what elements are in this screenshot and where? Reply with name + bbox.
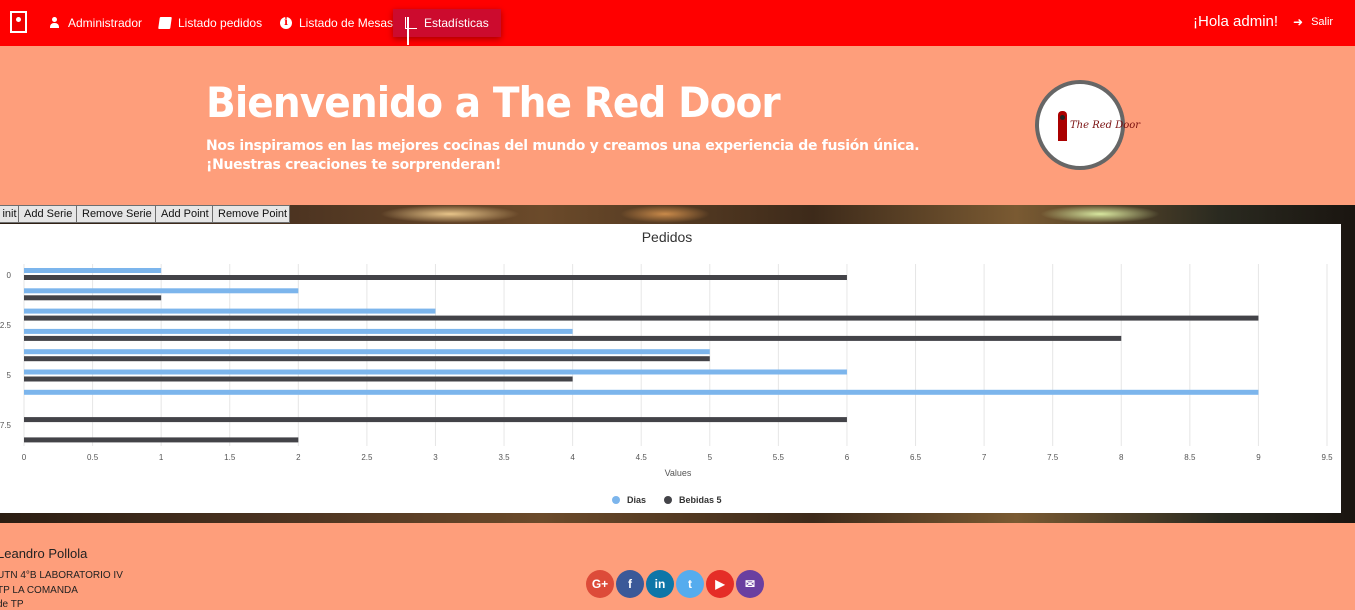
legend-label: Dias — [627, 495, 646, 505]
hero-title: Bienvenido a The Red Door — [206, 78, 781, 127]
footer-line: UTN 4°B LABORATORIO IV — [0, 570, 123, 581]
bar-bebidas — [24, 376, 573, 382]
youtube-icon[interactable]: ▶ — [706, 570, 734, 598]
bar-bebidas — [24, 356, 710, 362]
x-tick-label: 0 — [22, 453, 27, 462]
chart-title: Pedidos — [642, 229, 693, 245]
x-tick-label: 4 — [570, 453, 575, 462]
bar-bebidas — [24, 295, 162, 301]
x-tick-label: 6 — [845, 453, 850, 462]
greeting-text: ¡Hola admin! — [1193, 13, 1279, 30]
google-plus-icon[interactable]: G+ — [586, 570, 614, 598]
init-button[interactable]: init — [0, 205, 19, 223]
x-tick-label: 7 — [982, 453, 987, 462]
mail-icon[interactable]: ✉ — [736, 570, 764, 598]
nav-item-label: Listado pedidos — [178, 16, 263, 30]
logo-text: The Red Door — [1070, 120, 1141, 131]
y-tick-label: 5 — [7, 371, 12, 380]
bar-dias — [24, 369, 847, 375]
bar-dias — [24, 288, 299, 294]
nav-item-listado-pedidos[interactable]: Listado pedidos — [158, 9, 263, 37]
nav-item-label: Listado de Mesas — [299, 16, 394, 30]
x-tick-label: 5.5 — [773, 453, 785, 462]
red-door-icon — [1058, 111, 1067, 141]
nav-item-administrador[interactable]: Administrador — [49, 9, 142, 37]
bar-chart-icon — [405, 17, 417, 45]
hero-subtitle: Nos inspiramos en las mejores cocinas de… — [206, 138, 920, 173]
x-tick-label: 0.5 — [87, 453, 99, 462]
footer-author: Leandro Pollola — [0, 546, 88, 561]
nav-item-listado-mesas[interactable]: i Listado de Mesas — [280, 9, 393, 37]
x-tick-label: 2.5 — [361, 453, 373, 462]
x-tick-label: 1 — [159, 453, 164, 462]
x-tick-label: 5 — [708, 453, 713, 462]
bar-dias — [24, 328, 573, 334]
facebook-icon[interactable]: f — [616, 570, 644, 598]
nav-item-estadisticas[interactable]: Estadísticas — [393, 9, 501, 45]
y-tick-label: 7.5 — [0, 421, 12, 430]
x-tick-label: 7.5 — [1047, 453, 1059, 462]
add-point-button[interactable]: Add Point — [155, 205, 213, 223]
bar-bebidas — [24, 437, 299, 443]
x-axis-label: Values — [665, 468, 692, 478]
y-tick-label: 0 — [7, 271, 12, 280]
remove-point-button[interactable]: Remove Point — [212, 205, 290, 223]
y-tick-label: 2.5 — [0, 321, 12, 330]
x-tick-label: 3.5 — [498, 453, 510, 462]
x-tick-label: 4.5 — [636, 453, 648, 462]
x-tick-label: 9.5 — [1321, 453, 1333, 462]
x-tick-label: 8 — [1119, 453, 1124, 462]
book-icon — [158, 17, 172, 29]
bar-bebidas — [24, 335, 1122, 341]
x-tick-label: 3 — [433, 453, 438, 462]
bar-bebidas — [24, 275, 847, 280]
navbar: Administrador Listado pedidos i Listado … — [0, 0, 1355, 46]
remove-serie-button[interactable]: Remove Serie — [76, 205, 156, 223]
nav-item-label: Estadísticas — [424, 16, 489, 30]
x-tick-label: 1.5 — [224, 453, 236, 462]
logout-label: Salir — [1311, 16, 1334, 28]
user-icon — [49, 17, 61, 29]
nav-item-label: Administrador — [68, 16, 143, 30]
x-tick-label: 2 — [296, 453, 301, 462]
twitter-icon[interactable]: t — [676, 570, 704, 598]
footer — [0, 523, 1355, 605]
linkedin-icon[interactable]: in — [646, 570, 674, 598]
bar-bebidas — [24, 417, 847, 423]
door-logo-icon[interactable] — [10, 11, 27, 33]
sign-out-icon: ➜ — [1293, 15, 1304, 29]
legend-marker — [664, 496, 672, 504]
x-tick-label: 6.5 — [910, 453, 922, 462]
pedidos-chart: Pedidos 0 0.5 1 1.5 2 2.5 3 3.5 4 4.5 5 5.5 6 6.5 7 7.5… — [0, 224, 1341, 513]
x-tick-label: 9 — [1256, 453, 1261, 462]
bar-dias — [24, 389, 1259, 395]
bar-dias — [24, 308, 436, 314]
restaurant-logo: The Red Door — [1035, 80, 1140, 170]
chart-svg: Pedidos 0 0.5 1 1.5 2 2.5 3 3.5 4 4.5 5 5.5 6 6.5 7 7.5… — [0, 229, 1333, 505]
legend-marker — [612, 496, 620, 504]
bar-dias — [24, 268, 162, 273]
x-tick-label: 8.5 — [1184, 453, 1196, 462]
legend-label: Bebidas 5 — [679, 495, 722, 505]
bar-dias — [24, 349, 710, 355]
add-serie-button[interactable]: Add Serie — [18, 205, 77, 223]
logout-link[interactable]: ➜ Salir — [1293, 15, 1333, 29]
footer-line: TP LA COMANDA — [0, 585, 78, 596]
bar-bebidas — [24, 315, 1259, 321]
info-icon: i — [280, 17, 292, 29]
